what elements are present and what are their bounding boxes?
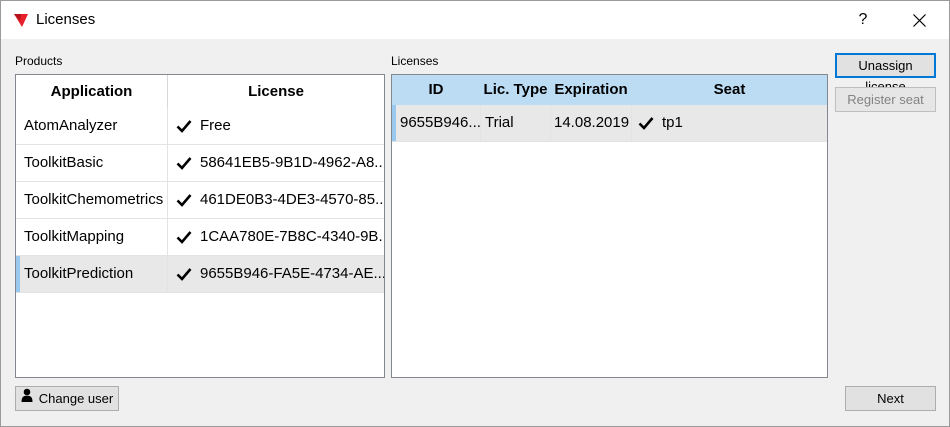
user-icon — [21, 386, 33, 409]
seat-cell: tp1 — [632, 105, 827, 141]
licenses-header: ID Lic. Type Expiration Seat — [392, 75, 827, 105]
title-bar: Licenses ? — [1, 1, 949, 39]
products-label: Products — [15, 54, 63, 68]
column-header-lic-type[interactable]: Lic. Type — [481, 75, 551, 105]
column-header-application[interactable]: Application — [16, 75, 168, 108]
column-header-id[interactable]: ID — [392, 75, 481, 105]
license-cell: 461DE0B3-4DE3-4570-85... — [168, 182, 384, 218]
register-seat-button[interactable]: Register seat — [835, 87, 936, 112]
column-header-license[interactable]: License — [168, 75, 384, 108]
application-cell: ToolkitChemometrics — [16, 182, 168, 218]
close-icon — [913, 14, 926, 27]
checkmark-icon — [176, 119, 192, 133]
products-header: Application License — [16, 75, 384, 108]
table-row[interactable]: AtomAnalyzer Free — [16, 108, 384, 145]
change-user-button[interactable]: Change user — [15, 386, 119, 411]
expiration-cell: 14.08.2019 — [551, 105, 632, 141]
checkmark-icon — [176, 230, 192, 244]
help-button[interactable]: ? — [843, 5, 883, 35]
application-cell: ToolkitMapping — [16, 219, 168, 255]
license-value: Free — [200, 117, 231, 134]
table-row-selected[interactable]: ToolkitPrediction 9655B946-FA5E-4734-AE.… — [16, 256, 384, 293]
licenses-label: Licenses — [391, 54, 439, 68]
table-row[interactable]: ToolkitMapping 1CAA780E-7B8C-4340-9B... — [16, 219, 384, 256]
close-button[interactable] — [897, 5, 941, 35]
column-header-expiration[interactable]: Expiration — [551, 75, 632, 105]
checkmark-icon — [638, 116, 654, 130]
license-value: 461DE0B3-4DE3-4570-85... — [200, 191, 384, 208]
license-cell: Free — [168, 108, 384, 144]
app-logo-icon — [13, 12, 29, 28]
license-value: 9655B946-FA5E-4734-AE... — [200, 265, 384, 282]
application-cell: ToolkitPrediction — [16, 256, 168, 292]
licenses-dialog: Licenses ? Products Application License … — [0, 0, 950, 427]
license-cell: 1CAA780E-7B8C-4340-9B... — [168, 219, 384, 255]
application-cell: AtomAnalyzer — [16, 108, 168, 144]
checkmark-icon — [176, 193, 192, 207]
table-row-selected[interactable]: 9655B946... Trial 14.08.2019 tp1 — [392, 105, 827, 142]
application-cell: ToolkitBasic — [16, 145, 168, 181]
license-id-cell: 9655B946... — [392, 105, 481, 141]
products-table: Application License AtomAnalyzer Free To… — [15, 74, 385, 378]
license-cell: 58641EB5-9B1D-4962-A8... — [168, 145, 384, 181]
table-row[interactable]: ToolkitBasic 58641EB5-9B1D-4962-A8... — [16, 145, 384, 182]
license-cell: 9655B946-FA5E-4734-AE... — [168, 256, 384, 292]
licenses-table: ID Lic. Type Expiration Seat 9655B946...… — [391, 74, 828, 378]
unassign-license-button[interactable]: Unassign license — [835, 53, 936, 94]
change-user-label: Change user — [38, 391, 114, 406]
table-row[interactable]: ToolkitChemometrics 461DE0B3-4DE3-4570-8… — [16, 182, 384, 219]
license-value: 58641EB5-9B1D-4962-A8... — [200, 154, 384, 171]
license-type-cell: Trial — [481, 105, 551, 141]
window-title: Licenses — [36, 11, 96, 28]
next-button[interactable]: Next — [845, 386, 936, 411]
seat-value: tp1 — [662, 114, 683, 131]
checkmark-icon — [176, 267, 192, 281]
checkmark-icon — [176, 156, 192, 170]
column-header-seat[interactable]: Seat — [632, 75, 827, 105]
license-value: 1CAA780E-7B8C-4340-9B... — [200, 228, 384, 245]
